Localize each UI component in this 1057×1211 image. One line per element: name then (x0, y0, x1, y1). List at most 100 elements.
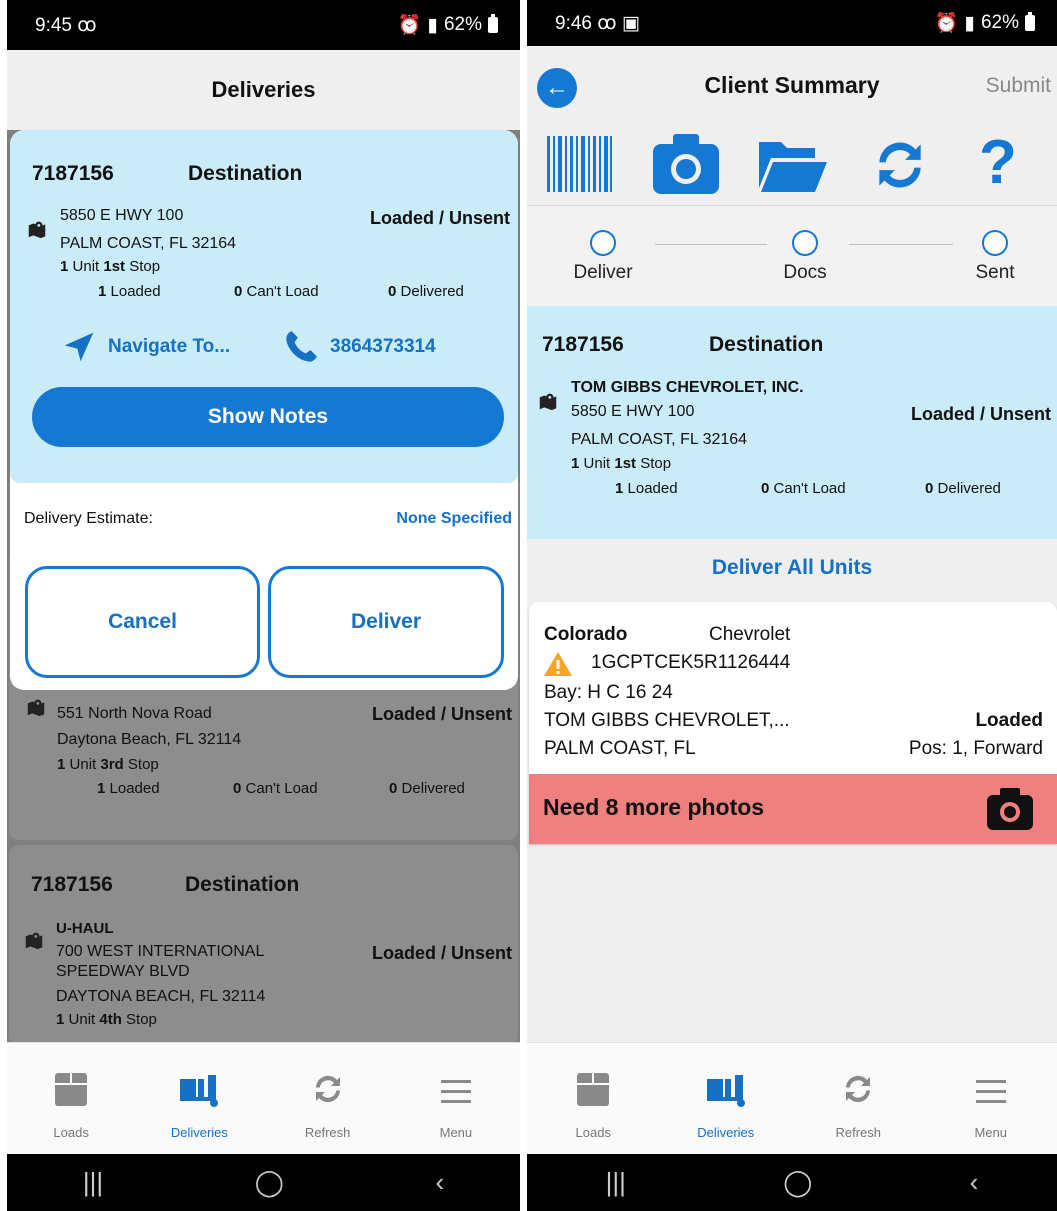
delivery-truck-icon (180, 1075, 219, 1107)
status-bar: 9:45 ꝏ ⏰ ▮ 62% (7, 0, 520, 50)
recent-apps-icon[interactable]: ||| (606, 1167, 626, 1198)
bottom-navigation: Loads Deliveries Refresh Menu (7, 1042, 520, 1154)
client-name: U-HAUL (56, 920, 114, 937)
home-icon[interactable]: ◯ (255, 1167, 284, 1198)
loaded-count: 1 Loaded (98, 283, 161, 300)
delivery-estimate-label: Delivery Estimate: (24, 510, 153, 527)
nav-loads-label: Loads (575, 1125, 611, 1140)
box-icon (577, 1073, 610, 1106)
unit-card[interactable]: Colorado Chevrolet 1GCPTCEK5R1126444 Bay… (529, 602, 1057, 844)
unit-stop-info: 1 Unit 1st Stop (60, 258, 161, 275)
unit-position: Pos: 1, Forward (908, 738, 1043, 759)
bay-location: Bay: H C 16 24 (544, 682, 673, 703)
status-icons: ⏰ ▮ 62% (935, 11, 1035, 35)
deliver-button[interactable]: Deliver (268, 566, 504, 678)
step-circle (982, 230, 1008, 256)
delivery-estimate-value[interactable]: None Specified (396, 510, 512, 528)
system-navigation-bar: ||| ◯ ‹ (527, 1154, 1057, 1211)
battery-icon (488, 14, 498, 33)
show-notes-button[interactable]: Show Notes (32, 387, 504, 447)
signal-icon: ▮ (427, 14, 438, 36)
nav-loads-label: Loads (53, 1125, 89, 1140)
action-toolbar: ? (527, 128, 1057, 206)
address-line-2: PALM COAST, FL 32164 (571, 431, 748, 448)
nav-deliveries-label: Deliveries (170, 1125, 228, 1140)
order-number: 7187156 (31, 873, 113, 896)
refresh-icon (846, 1075, 871, 1103)
header: ← Client Summary Submit (527, 46, 1057, 128)
photos-needed-bar[interactable]: Need 8 more photos (529, 774, 1057, 844)
alarm-icon: ⏰ (934, 13, 959, 34)
step-circle (792, 230, 818, 256)
back-icon[interactable]: ‹ (970, 1167, 979, 1198)
page-title: Deliveries (7, 50, 520, 130)
order-number: 7187156 (542, 333, 624, 356)
nav-menu[interactable]: Menu (925, 1043, 1057, 1154)
folder-open-icon[interactable] (757, 136, 829, 194)
unit-stop-info: 1 Unit 3rd Stop (57, 756, 159, 773)
address-line-1: 551 North Nova Road (57, 705, 212, 722)
delivery-truck-icon (706, 1075, 745, 1107)
nav-loads[interactable]: Loads (7, 1043, 135, 1154)
signal-icon: ▮ (964, 12, 975, 34)
nav-deliveries[interactable]: Deliveries (660, 1043, 793, 1154)
step-sent: Sent (963, 230, 1027, 284)
bottom-navigation: Loads Deliveries Refresh Menu (527, 1042, 1057, 1154)
nav-deliveries[interactable]: Deliveries (135, 1043, 263, 1154)
battery-percent: 62% (980, 12, 1019, 33)
address-line-2: PALM COAST, FL 32164 (60, 235, 237, 252)
refresh-icon (315, 1075, 340, 1103)
phone-number: 3864373314 (330, 336, 436, 357)
page-title: Client Summary (704, 72, 880, 98)
nav-refresh[interactable]: Refresh (264, 1043, 392, 1154)
step-connector (655, 244, 767, 245)
delivery-status: Loaded / Unsent (371, 704, 512, 724)
status-time: 9:45 ꝏ (35, 14, 97, 36)
navigation-arrow-icon (64, 332, 94, 362)
step-deliver: Deliver (571, 230, 635, 284)
nav-refresh[interactable]: Refresh (792, 1043, 925, 1154)
camera-icon[interactable] (651, 132, 721, 196)
deliver-all-units-button[interactable]: Deliver All Units (527, 556, 1057, 580)
delivery-status: Loaded / Unsent (369, 208, 510, 228)
box-icon (55, 1073, 88, 1106)
barcode-icon[interactable] (545, 136, 613, 192)
unit-stop-info: 1 Unit 4th Stop (56, 1011, 157, 1028)
step-docs: Docs (773, 230, 837, 284)
cancel-button[interactable]: Cancel (25, 566, 260, 678)
client-card: 7187156 Destination TOM GIBBS CHEVROLET,… (527, 306, 1057, 539)
right-phone-screen: 9:46 ꝏ ▣ ⏰ ▮ 62% ← Client Summary Submit… (527, 0, 1057, 1211)
home-icon[interactable]: ◯ (783, 1167, 812, 1198)
destination-label: Destination (709, 333, 824, 356)
dealer-city: PALM COAST, FL (544, 738, 696, 759)
destination-label: Destination (188, 162, 303, 185)
nav-loads[interactable]: Loads (527, 1043, 660, 1154)
map-pin-icon (539, 393, 557, 411)
camera-icon[interactable] (985, 786, 1035, 832)
navigate-to-link[interactable]: Navigate To... (60, 328, 230, 366)
photos-needed-label: Need 8 more photos (543, 794, 765, 820)
nav-deliveries-label: Deliveries (697, 1125, 755, 1140)
navigate-label: Navigate To... (108, 336, 231, 357)
status-icons: ⏰ ▮ 62% (398, 13, 498, 37)
cant-load-count: 0 Can't Load (233, 780, 318, 797)
cant-load-count: 0 Can't Load (234, 283, 319, 300)
hamburger-menu-icon (440, 1080, 471, 1103)
recent-apps-icon[interactable]: ||| (83, 1167, 103, 1198)
loaded-count: 1 Loaded (97, 780, 160, 797)
help-icon[interactable]: ? (979, 128, 1017, 198)
deliver-modal: 7187156 Destination 5850 E HWY 100 Loade… (10, 130, 518, 690)
call-phone-link[interactable]: 3864373314 (282, 328, 436, 366)
status-bar: 9:46 ꝏ ▣ ⏰ ▮ 62% (527, 0, 1057, 46)
vehicle-make: Chevrolet (709, 624, 791, 645)
dealer-name: TOM GIBBS CHEVROLET,... (544, 710, 790, 731)
nav-menu[interactable]: Menu (392, 1043, 520, 1154)
sync-icon[interactable] (869, 134, 931, 196)
delivery-card[interactable]: 7187156 Destination U-HAUL 700 WEST INTE… (9, 845, 518, 1045)
system-navigation-bar: ||| ◯ ‹ (7, 1154, 520, 1211)
delivery-status: Loaded / Unsent (371, 943, 512, 963)
back-icon[interactable]: ‹ (435, 1167, 444, 1198)
nav-refresh-label: Refresh (835, 1125, 882, 1140)
submit-button[interactable]: Submit (986, 74, 1051, 98)
map-pin-icon (25, 932, 43, 950)
